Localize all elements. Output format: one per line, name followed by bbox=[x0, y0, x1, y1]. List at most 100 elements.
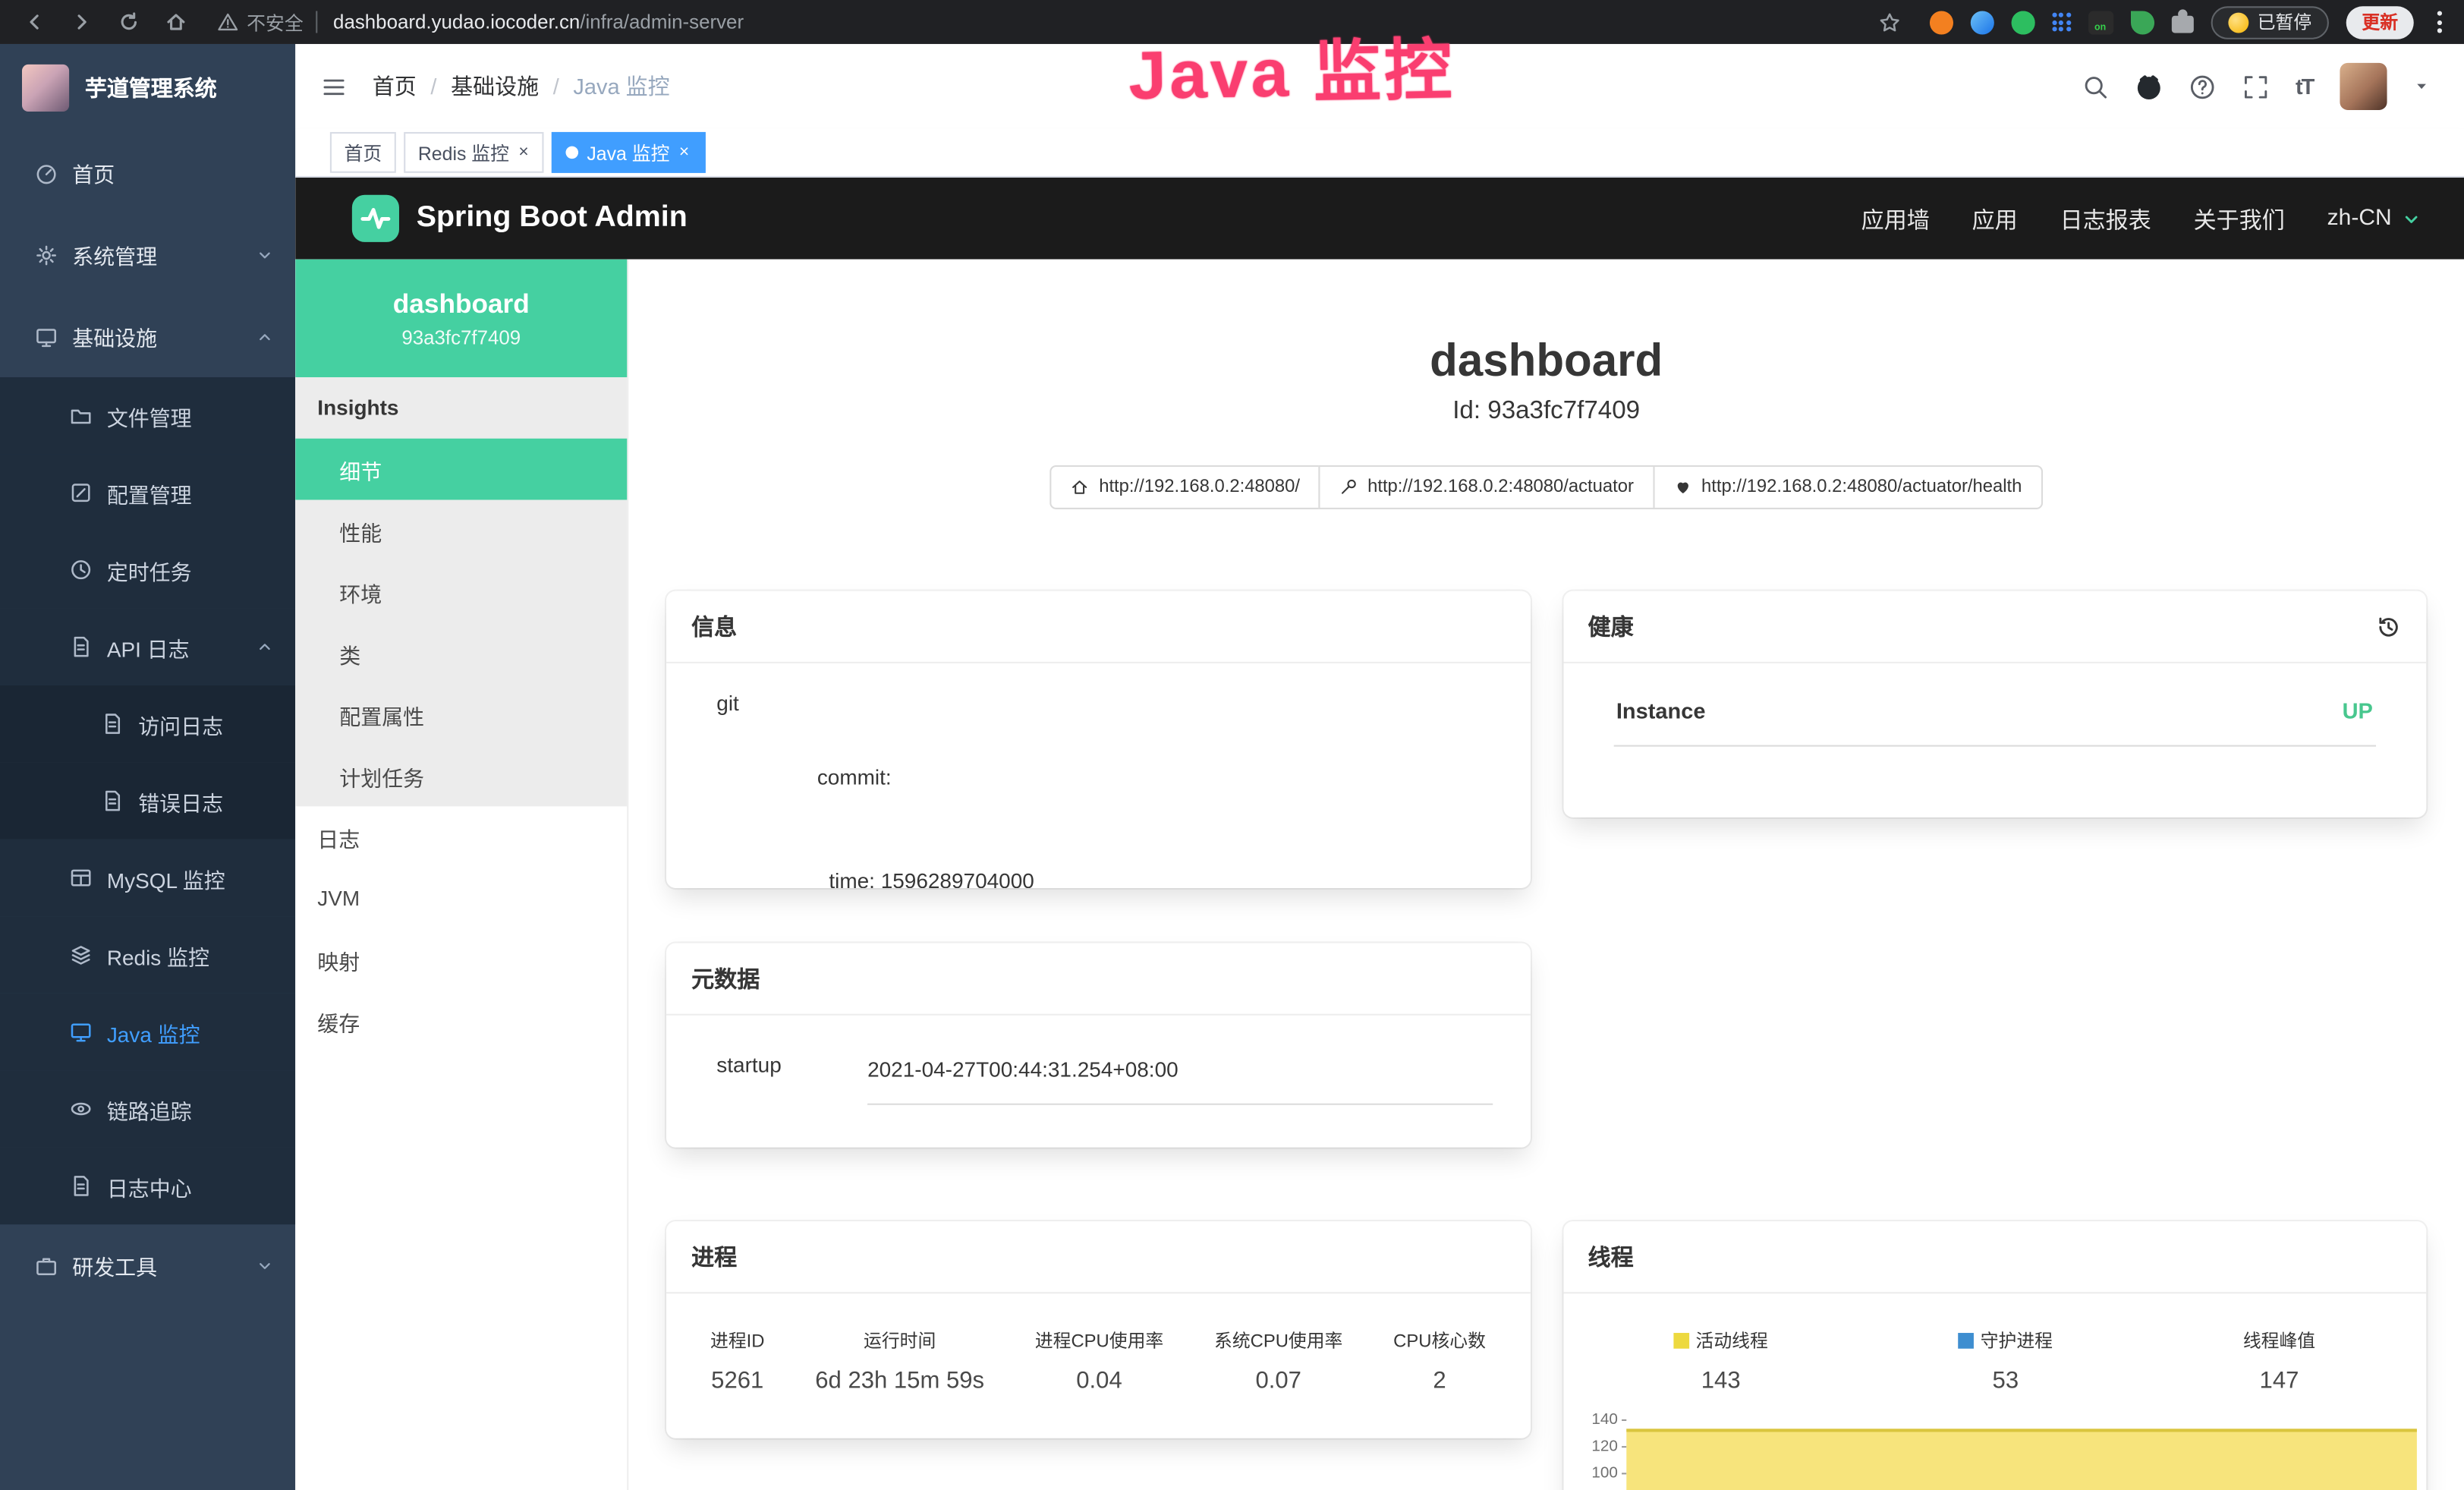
apps-grid-extension-icon[interactable] bbox=[2051, 13, 2070, 32]
browser-forward-button[interactable] bbox=[63, 3, 101, 41]
instance-subtitle: Id: 93a3fc7f7409 bbox=[628, 396, 2464, 427]
health-url-link[interactable]: http://192.168.0.2:48080/actuator/health bbox=[1653, 465, 2042, 509]
sba-menu-config-props[interactable]: 配置属性 bbox=[295, 684, 627, 745]
sba-menu-logs[interactable]: 日志 bbox=[295, 806, 627, 868]
breadcrumb-item[interactable]: 基础设施 bbox=[451, 71, 539, 102]
sidebar-item-label: 文件管理 bbox=[107, 400, 192, 431]
sba-nav-about[interactable]: 关于我们 bbox=[2194, 202, 2285, 235]
actuator-url-link[interactable]: http://192.168.0.2:48080/actuator bbox=[1319, 465, 1654, 509]
sba-menu-scheduled-tasks[interactable]: 计划任务 bbox=[295, 745, 627, 807]
chrome-update-button[interactable]: 更新 bbox=[2346, 5, 2414, 38]
profiles-paused-badge[interactable]: 已暂停 bbox=[2211, 5, 2329, 38]
font-size-icon[interactable]: tT bbox=[2296, 74, 2313, 99]
sidebar-item-dev-tools[interactable]: 研发工具 bbox=[0, 1224, 295, 1306]
sidebar-item-api-logs[interactable]: API 日志 bbox=[0, 608, 295, 685]
sidebar-item-link-tracing[interactable]: 链路追踪 bbox=[0, 1070, 295, 1147]
bookmark-star-icon[interactable] bbox=[1877, 10, 1901, 33]
document-icon bbox=[69, 1174, 93, 1198]
threads-card: 线程 活动线程 143 守护进程 53 bbox=[1562, 1221, 2426, 1490]
heart-icon bbox=[1673, 478, 1692, 497]
health-instance-label: Instance bbox=[1616, 698, 1706, 723]
user-avatar[interactable] bbox=[2340, 63, 2387, 110]
sba-nav-applications[interactable]: 应用 bbox=[1972, 202, 2018, 235]
sba-menu-environment[interactable]: 环境 bbox=[295, 561, 627, 622]
sidebar-item-home[interactable]: 首页 bbox=[0, 132, 295, 214]
switch-on-extension-icon[interactable]: on bbox=[2088, 10, 2113, 33]
tag-label: 首页 bbox=[345, 139, 382, 165]
stat-label: 进程CPU使用率 bbox=[1035, 1328, 1163, 1353]
sba-menu-details[interactable]: 细节 bbox=[295, 439, 627, 500]
chevron-down-icon bbox=[2403, 209, 2420, 227]
sidebar-item-java-monitor[interactable]: Java 监控 bbox=[0, 994, 295, 1070]
address-bar[interactable]: 不安全 dashboard.yudao.iocoder.cn/infra/adm… bbox=[217, 8, 1907, 35]
tag-redis-monitor[interactable]: Redis 监控 × bbox=[404, 132, 544, 173]
sidebar-item-scheduled-jobs[interactable]: 定时任务 bbox=[0, 531, 295, 608]
stat-cpu-cores: CPU核心数 2 bbox=[1393, 1328, 1486, 1394]
sba-nav-journal[interactable]: 日志报表 bbox=[2060, 202, 2151, 235]
sba-menu-caches[interactable]: 缓存 bbox=[295, 991, 627, 1052]
search-icon[interactable] bbox=[2082, 73, 2108, 99]
green-circle-extension-icon[interactable] bbox=[2011, 10, 2034, 33]
tag-close-icon[interactable]: × bbox=[517, 142, 530, 162]
breadcrumb-current: Java 监控 bbox=[573, 71, 669, 102]
browser-home-button[interactable] bbox=[157, 3, 195, 41]
github-icon[interactable] bbox=[2135, 73, 2162, 99]
folder-icon bbox=[69, 404, 93, 427]
sba-menu-mappings[interactable]: 映射 bbox=[295, 929, 627, 991]
tag-label: Redis 监控 bbox=[418, 139, 509, 165]
sidebar-item-config-management[interactable]: 配置管理 bbox=[0, 454, 295, 531]
sidebar-item-redis-monitor[interactable]: Redis 监控 bbox=[0, 916, 295, 993]
metadata-card: 元数据 startup 2021-04-27T00:44:31.254+08:0… bbox=[666, 943, 1530, 1147]
sba-menu-jvm[interactable]: JVM bbox=[295, 868, 627, 929]
card-title: 线程 bbox=[1588, 1240, 1634, 1273]
sidebar-item-file-management[interactable]: 文件管理 bbox=[0, 377, 295, 454]
sba-locale-select[interactable]: zh-CN bbox=[2327, 206, 2420, 231]
puzzle-extensions-icon[interactable] bbox=[2171, 16, 2193, 33]
link-url: http://192.168.0.2:48080/actuator bbox=[1367, 478, 1634, 497]
browser-back-button[interactable] bbox=[16, 3, 54, 41]
sidebar-item-label: 日志中心 bbox=[107, 1170, 192, 1202]
navbar-actions: tT bbox=[2082, 63, 2429, 110]
annotation-overlay-text: Java 监控 bbox=[1128, 16, 1455, 119]
sidebar-item-mysql-monitor[interactable]: MySQL 监控 bbox=[0, 840, 295, 916]
service-url-link[interactable]: http://192.168.0.2:48080/ bbox=[1050, 465, 1320, 509]
legend-label: 活动线程 bbox=[1696, 1328, 1768, 1353]
browser-reload-button[interactable] bbox=[110, 3, 148, 41]
app-logo-avatar bbox=[22, 65, 69, 112]
sidebar-item-access-logs[interactable]: 访问日志 bbox=[0, 685, 295, 762]
sba-brand-title[interactable]: Spring Boot Admin bbox=[417, 201, 688, 236]
sidebar-item-label: Redis 监控 bbox=[107, 939, 209, 970]
tag-java-monitor[interactable]: Java 监控 × bbox=[552, 132, 705, 173]
breadcrumb-item[interactable]: 首页 bbox=[373, 71, 417, 102]
sba-menu-classes[interactable]: 类 bbox=[295, 622, 627, 684]
sidebar-item-log-center[interactable]: 日志中心 bbox=[0, 1148, 295, 1224]
stat-process-cpu: 进程CPU使用率 0.04 bbox=[1035, 1328, 1163, 1394]
sba-nav-wallboard[interactable]: 应用墙 bbox=[1861, 202, 1930, 235]
y-tick: 140 bbox=[1562, 1413, 1625, 1440]
leaf-extension-icon[interactable] bbox=[2130, 10, 2154, 33]
browser-menu-icon[interactable] bbox=[2431, 11, 2449, 33]
link-url: http://192.168.0.2:48080/actuator/health bbox=[1701, 478, 2022, 497]
layers-icon bbox=[69, 943, 93, 966]
help-icon[interactable] bbox=[2189, 73, 2215, 99]
sidebar-item-infrastructure[interactable]: 基础设施 bbox=[0, 295, 295, 377]
metadata-key: startup bbox=[704, 1053, 867, 1104]
sba-menu-metrics[interactable]: 性能 bbox=[295, 500, 627, 562]
app-logo[interactable]: 芋道管理系统 bbox=[0, 44, 295, 132]
tag-home[interactable]: 首页 bbox=[330, 132, 396, 173]
chevron-down-icon bbox=[256, 246, 274, 263]
history-icon[interactable] bbox=[2376, 614, 2401, 639]
sba-logo-icon[interactable] bbox=[352, 195, 399, 242]
hamburger-icon[interactable] bbox=[320, 73, 347, 99]
avatar-caret-down-icon[interactable] bbox=[2414, 79, 2430, 95]
sidebar-item-system-management[interactable]: 系统管理 bbox=[0, 214, 295, 296]
sidebar-item-error-logs[interactable]: 错误日志 bbox=[0, 762, 295, 839]
sba-instance-header[interactable]: dashboard 93a3fc7f7409 bbox=[295, 260, 627, 377]
fullscreen-icon[interactable] bbox=[2242, 73, 2269, 99]
orange-extension-icon[interactable] bbox=[1929, 10, 1953, 33]
tag-close-icon[interactable]: × bbox=[678, 142, 691, 162]
blue-legend-swatch bbox=[1959, 1333, 1975, 1349]
blue-drop-extension-icon[interactable] bbox=[1970, 10, 1994, 33]
app-sidebar: 芋道管理系统 首页 系统管理 基础设施 bbox=[0, 44, 295, 1490]
detail-cards: 信息 git commit: time: 1596289704000 id: 2… bbox=[628, 591, 2464, 1490]
